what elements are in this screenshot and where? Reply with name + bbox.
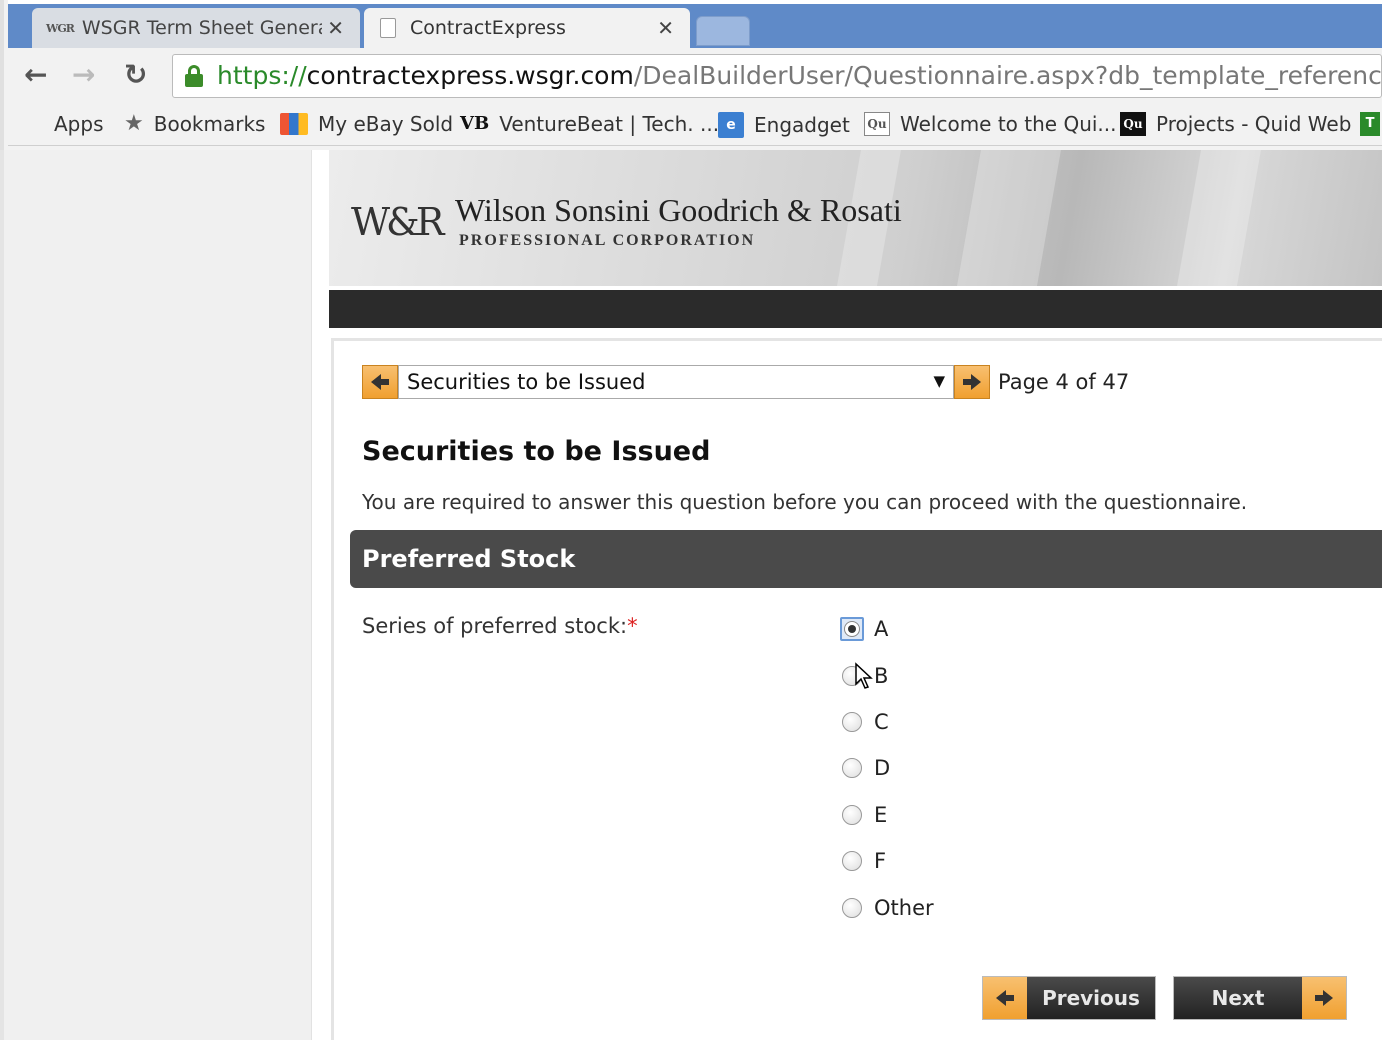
radio-button[interactable] <box>842 898 862 918</box>
required-asterisk: * <box>627 614 638 638</box>
question-title: Securities to be Issued <box>362 436 711 467</box>
bookmark-quid-projects[interactable]: Qu Projects - Quid Web <box>1120 112 1351 136</box>
tab-title: WSGR Term Sheet Genera <box>81 17 322 39</box>
mouse-cursor-icon <box>855 662 873 689</box>
bookmarks-bar: Apps ★ Bookmarks My eBay Sold VB Venture… <box>8 104 1382 146</box>
wsgr-favicon-icon: WGR <box>46 21 75 35</box>
right-arrow-icon <box>971 374 981 390</box>
header-bar <box>329 290 1382 328</box>
firm-name: Wilson Sonsini Goodrich & Rosati <box>455 192 902 228</box>
page-navigator: Securities to be Issued ▼ Page 4 of 47 <box>362 364 1129 400</box>
previous-label: Previous <box>1042 986 1140 1010</box>
right-arrow-icon <box>1302 977 1346 1019</box>
ebay-bag-icon <box>280 113 308 135</box>
address-bar[interactable]: https://contractexpress.wsgr.com/DealBui… <box>172 54 1382 98</box>
radio-button-checked[interactable] <box>840 617 864 641</box>
bookmark-engadget[interactable]: e Engadget <box>718 112 850 138</box>
tab-bar: WGR WSGR Term Sheet Genera ✕ ContractExp… <box>8 0 1382 48</box>
bookmark-ebay[interactable]: My eBay Sold <box>280 112 453 136</box>
engadget-icon: e <box>718 112 744 138</box>
lock-icon <box>185 65 203 87</box>
t-site-icon: T <box>1360 112 1380 136</box>
radio-option-e[interactable]: E <box>842 803 887 827</box>
radio-option-a[interactable]: A <box>840 617 888 641</box>
reload-icon[interactable]: ↻ <box>124 58 147 91</box>
left-arrow-icon <box>371 374 381 390</box>
bookmark-quid-welcome[interactable]: Qu Welcome to the Qui... <box>864 112 1117 136</box>
next-button[interactable]: Next <box>1173 976 1347 1020</box>
bookmark-t[interactable]: T <box>1360 112 1382 136</box>
url-text: https://contractexpress.wsgr.com/DealBui… <box>217 61 1382 90</box>
page-select-value: Securities to be Issued <box>407 370 646 394</box>
close-tab-icon[interactable]: ✕ <box>657 16 674 40</box>
radio-button[interactable] <box>842 712 862 732</box>
forward-arrow-icon[interactable]: → <box>72 58 95 91</box>
page-select-dropdown[interactable]: Securities to be Issued ▼ <box>398 365 954 399</box>
wsgr-logo: W&R <box>351 200 444 244</box>
bookmark-venturebeat[interactable]: VB VentureBeat | Tech. ... <box>460 112 719 136</box>
tab-title: ContractExpress <box>410 17 566 39</box>
radio-button[interactable] <box>842 805 862 825</box>
browser-chrome: WGR WSGR Term Sheet Genera ✕ ContractExp… <box>0 0 1382 150</box>
radio-option-f[interactable]: F <box>842 849 886 873</box>
radio-button[interactable] <box>842 851 862 871</box>
radio-button[interactable] <box>842 758 862 778</box>
previous-button[interactable]: Previous <box>982 976 1156 1020</box>
radio-option-c[interactable]: C <box>842 710 889 734</box>
left-arrow-icon <box>983 977 1027 1019</box>
star-icon: ★ <box>124 111 144 136</box>
next-label: Next <box>1211 986 1265 1010</box>
radio-option-d[interactable]: D <box>842 756 890 780</box>
dropdown-arrow-icon: ▼ <box>933 372 945 390</box>
new-tab-button[interactable] <box>696 16 750 46</box>
questionnaire-panel: Securities to be Issued ▼ Page 4 of 47 S… <box>331 338 1382 1040</box>
field-label: Series of preferred stock:* <box>362 614 638 638</box>
tab-contractexpress[interactable]: ContractExpress ✕ <box>364 8 690 48</box>
firm-subtitle: PROFESSIONAL CORPORATION <box>459 232 756 249</box>
next-page-arrow-button[interactable] <box>954 365 990 399</box>
page-indicator: Page 4 of 47 <box>998 370 1130 394</box>
apps-grid-icon <box>22 113 44 135</box>
bookmark-apps[interactable]: Apps <box>22 112 104 136</box>
browser-toolbar: ← → ↻ https://contractexpress.wsgr.com/D… <box>8 48 1382 104</box>
venturebeat-icon: VB <box>460 113 490 134</box>
prev-page-arrow-button[interactable] <box>362 365 398 399</box>
bookmark-bookmarks[interactable]: ★ Bookmarks <box>124 112 265 136</box>
left-gutter <box>0 150 312 1040</box>
radio-option-other[interactable]: Other <box>842 896 934 920</box>
quid-dark-icon: Qu <box>1120 112 1146 136</box>
quid-icon: Qu <box>864 112 890 136</box>
firm-banner: W&R Wilson Sonsini Goodrich & Rosati PRO… <box>329 150 1382 286</box>
document-icon <box>380 18 396 38</box>
close-tab-icon[interactable]: ✕ <box>327 16 344 40</box>
radio-option-b[interactable]: B <box>842 662 888 689</box>
back-arrow-icon[interactable]: ← <box>24 58 47 91</box>
section-header: Preferred Stock <box>350 530 1382 588</box>
tab-wsgr-term-sheet[interactable]: WGR WSGR Term Sheet Genera ✕ <box>32 8 360 48</box>
required-notice: You are required to answer this question… <box>362 490 1248 514</box>
